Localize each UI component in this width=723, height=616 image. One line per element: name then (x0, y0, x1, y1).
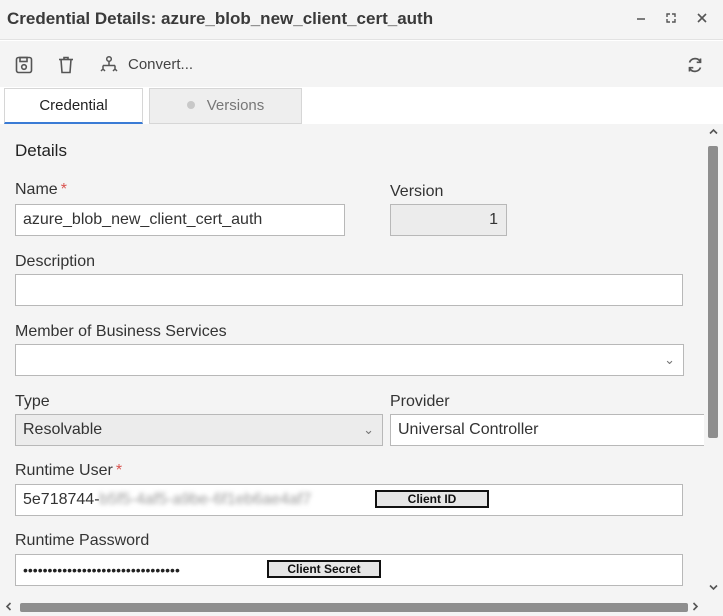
type-label: Type (15, 393, 50, 410)
vertical-scrollbar[interactable] (704, 124, 723, 598)
maximize-icon[interactable] (663, 10, 679, 26)
required-marker: * (115, 462, 123, 479)
title-bar: Credential Details: azure_blob_new_clien… (0, 0, 723, 40)
status-dot-icon (186, 101, 195, 110)
tab-bar: Credential Versions (0, 87, 723, 124)
description-field[interactable] (15, 274, 683, 306)
convert-icon[interactable] (99, 55, 119, 75)
required-marker: * (60, 181, 67, 198)
type-value: Resolvable (23, 421, 103, 438)
chevron-down-icon: ⌄ (363, 422, 374, 437)
runtime-password-label: Runtime Password (15, 532, 150, 549)
minimize-icon[interactable] (633, 10, 649, 26)
scroll-down-icon[interactable] (708, 582, 719, 596)
close-icon[interactable] (694, 10, 710, 26)
tab-versions-label: Versions (206, 97, 265, 114)
details-panel: Details Name * azure_blob_new_client_cert… (0, 124, 704, 598)
runtime-user-field[interactable]: 5e718744-b5f5-4af5-a9be-6f1eb6ae4af7 (15, 484, 683, 516)
convert-button[interactable]: Convert... (128, 56, 193, 73)
runtime-user-label: Runtime User * (15, 462, 123, 479)
client-secret-annotation: Client Secret (267, 560, 381, 578)
refresh-icon[interactable] (685, 55, 705, 75)
section-title: Details (15, 141, 67, 160)
scroll-up-icon[interactable] (708, 126, 719, 140)
type-select[interactable]: Resolvable ⌄ (15, 414, 383, 446)
save-icon[interactable] (14, 55, 34, 75)
member-of-business-services-select[interactable]: ⌄ (15, 344, 684, 376)
member-of-business-services-label: Member of Business Services (15, 323, 227, 340)
horizontal-scroll-thumb[interactable] (20, 603, 688, 612)
version-field: 1 (390, 204, 507, 236)
chevron-down-icon: ⌄ (664, 352, 675, 367)
scroll-left-icon[interactable] (3, 601, 14, 615)
window-title: Credential Details: azure_blob_new_clien… (7, 9, 434, 28)
tab-credential[interactable]: Credential (4, 88, 143, 124)
trash-icon[interactable] (56, 55, 76, 75)
vertical-scroll-thumb[interactable] (708, 146, 718, 438)
toolbar: Convert... (0, 41, 723, 87)
client-id-annotation: Client ID (375, 490, 489, 508)
provider-label: Provider (390, 393, 450, 410)
scroll-right-icon[interactable] (690, 601, 701, 615)
name-label: Name * (15, 181, 67, 198)
horizontal-scrollbar[interactable] (0, 598, 723, 616)
description-label: Description (15, 253, 96, 270)
provider-field[interactable]: Universal Controller (390, 414, 704, 446)
runtime-user-redacted: b5f5-4af5-a9be-6f1eb6ae4af7 (99, 491, 312, 508)
tab-versions[interactable]: Versions (149, 88, 302, 124)
runtime-user-value: 5e718744- (23, 491, 100, 508)
version-label: Version (390, 183, 444, 200)
name-field[interactable]: azure_blob_new_client_cert_auth (15, 204, 345, 236)
